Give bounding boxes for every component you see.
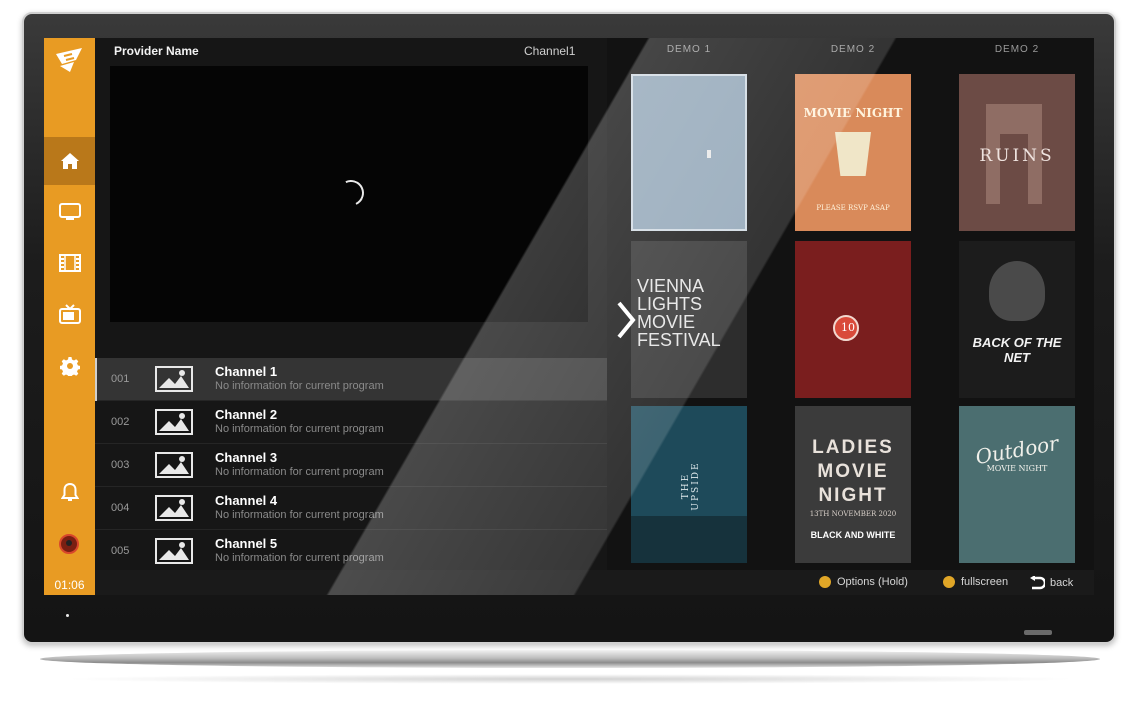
channel-name: Channel 5 (215, 536, 278, 551)
channel-row[interactable]: 004 Channel 4 No information for current… (95, 487, 607, 530)
home-icon (60, 153, 79, 169)
sidebar-item-movies[interactable] (44, 239, 95, 287)
poster-card[interactable]: LADIES MOVIE NIGHT 13TH NOVEMBER 2020 BL… (795, 406, 911, 563)
back-arrow-icon (1030, 576, 1045, 590)
sidebar-item-settings[interactable] (44, 342, 95, 390)
channel-thumbnail-icon (155, 452, 193, 478)
column-header: DEMO 1 (666, 44, 712, 55)
channel-number: 002 (111, 416, 130, 428)
back-hint[interactable]: back (1029, 576, 1073, 590)
poster-subtitle: BLACK AND WHITE (810, 530, 896, 540)
channel-list: 001 Channel 1 No information for current… (95, 358, 607, 573)
sidebar-item-monitor[interactable] (44, 188, 95, 236)
poster-title: LADIES MOVIE NIGHT (812, 437, 894, 506)
gear-icon (59, 357, 80, 376)
stand-shadow (60, 674, 1080, 684)
poster-title: MOVIE NIGHT (803, 106, 903, 120)
video-player[interactable] (110, 66, 588, 322)
channel-row[interactable]: 001 Channel 1 No information for current… (95, 358, 607, 401)
channel-name: Channel 1 (215, 364, 278, 379)
poster-subtitle: MOVIE NIGHT (986, 464, 1048, 473)
poster-card[interactable]: VIENNA LIGHTS MOVIE FESTIVAL (631, 241, 747, 398)
channel-thumbnail-icon (155, 538, 193, 564)
poster-card[interactable]: BACK OF THE NET (959, 241, 1075, 398)
film-icon (58, 254, 81, 272)
sidebar: 01:06 (44, 38, 95, 595)
channel-program-info: No information for current program (215, 466, 384, 478)
power-led (66, 614, 69, 617)
poster-card[interactable]: 10 (795, 241, 911, 398)
poster-subtitle: PLEASE RSVP ASAP (816, 204, 890, 212)
channel-thumbnail-icon (155, 409, 193, 435)
fullscreen-label: fullscreen (961, 576, 1009, 588)
channel-row[interactable]: 003 Channel 3 No information for current… (95, 444, 607, 487)
channel-thumbnail-icon (155, 366, 193, 392)
monitor-icon (58, 203, 81, 220)
channel-row[interactable]: 002 Channel 2 No information for current… (95, 401, 607, 444)
sidebar-item-notifications[interactable] (44, 468, 95, 516)
clock: 01:06 (54, 578, 85, 592)
app-logo-icon (56, 48, 82, 72)
poster-card[interactable]: RUINS (959, 74, 1075, 231)
channel-name: Channel 3 (215, 450, 278, 465)
current-channel-title: Channel1 (524, 44, 576, 58)
provider-name: Provider Name (114, 44, 199, 58)
channel-program-info: No information for current program (215, 380, 384, 392)
channel-number: 005 (111, 545, 130, 557)
back-label: back (1050, 577, 1074, 589)
channel-program-info: No information for current program (215, 552, 384, 564)
column-header: DEMO 2 (830, 44, 876, 55)
channel-number: 003 (111, 459, 130, 471)
options-hint[interactable]: Options (Hold) (819, 576, 908, 588)
poster-card[interactable]: MOVIE NIGHT PLEASE RSVP ASAP (795, 74, 911, 231)
channel-number: 001 (111, 373, 130, 385)
options-label: Options (Hold) (837, 576, 908, 588)
poster-title: RUINS (979, 146, 1055, 166)
poster-title: BACK OF THE NET (972, 335, 1062, 365)
poster-title: THE UPSIDE (681, 461, 701, 511)
avatar[interactable] (59, 534, 79, 554)
tv-sensor (1024, 630, 1052, 635)
channel-name: Channel 2 (215, 407, 278, 422)
sidebar-item-series[interactable] (44, 290, 95, 338)
column-header: DEMO 2 (994, 44, 1040, 55)
poster-grid: DEMO 1 DEMO 2 DEMO 2 MOVIE NIGHT PLEASE … (607, 38, 1094, 570)
fullscreen-hint[interactable]: fullscreen (943, 576, 1008, 588)
channel-program-info: No information for current program (215, 423, 384, 435)
options-button-icon (819, 576, 831, 588)
bottom-bar: Options (Hold) fullscreen back (95, 570, 1094, 595)
bell-icon (60, 482, 79, 501)
channel-name: Channel 4 (215, 493, 278, 508)
channel-program-info: No information for current program (215, 509, 384, 521)
stand-bar (40, 650, 1100, 668)
channel-row[interactable]: 005 Channel 5 No information for current… (95, 530, 607, 573)
poster-card[interactable] (631, 74, 747, 231)
sidebar-item-home[interactable] (44, 137, 95, 185)
tv-screen: 01:06 Provider Name Channel1 001 Channel… (44, 38, 1094, 595)
poster-card[interactable]: THE UPSIDE (631, 406, 747, 563)
tv-stand (40, 644, 1100, 684)
chevron-right-icon[interactable] (615, 300, 637, 340)
loading-spinner-icon (334, 176, 368, 210)
channel-thumbnail-icon (155, 495, 193, 521)
fullscreen-button-icon (943, 576, 955, 588)
channel-number: 004 (111, 502, 130, 514)
tv-icon (58, 304, 81, 324)
poster-title: VIENNA LIGHTS MOVIE FESTIVAL (637, 276, 721, 350)
poster-card[interactable]: Outdoor MOVIE NIGHT (959, 406, 1075, 563)
poster-date: 13TH NOVEMBER 2020 (809, 510, 897, 518)
poster-title: 10 (841, 321, 855, 334)
